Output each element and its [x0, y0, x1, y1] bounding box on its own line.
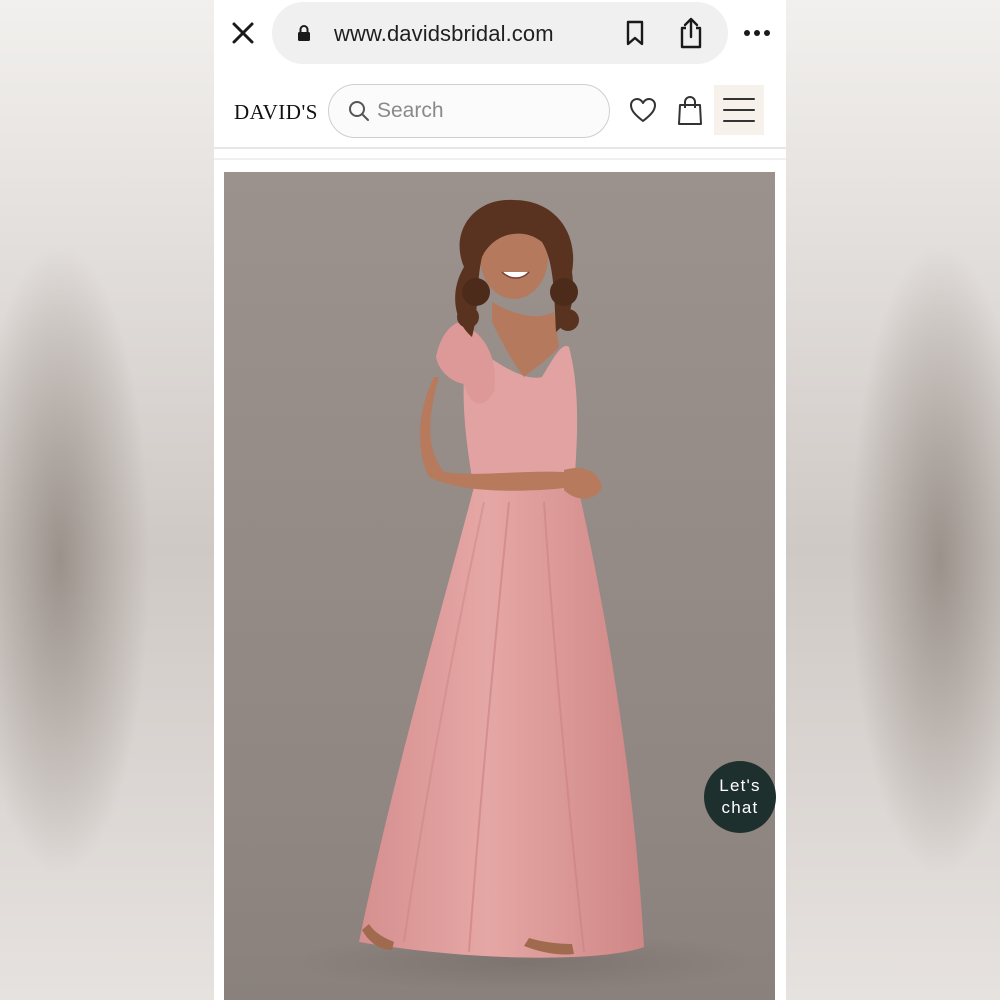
close-tab-button[interactable] — [228, 18, 258, 48]
browser-toolbar: www.davidsbridal.com — [214, 0, 786, 66]
search-placeholder: Search — [377, 99, 444, 122]
search-icon — [349, 101, 369, 121]
heart-icon — [630, 98, 656, 122]
search-input[interactable]: Search — [328, 84, 610, 138]
url-text: www.davidsbridal.com — [334, 21, 554, 46]
header-divider — [214, 158, 786, 160]
lock-icon — [298, 25, 310, 41]
lets-chat-button[interactable]: Let's chat — [704, 761, 776, 833]
menu-button[interactable] — [714, 85, 764, 135]
davids-logo[interactable]: DAVID'S — [234, 100, 318, 125]
chat-label-line1: Let's — [719, 776, 761, 795]
header-divider — [214, 147, 786, 149]
more-options-button[interactable] — [740, 18, 774, 48]
shopping-bag-button[interactable] — [676, 94, 704, 126]
chat-label-line2: chat — [721, 798, 759, 817]
shopping-bag-icon — [678, 96, 702, 125]
share-icon — [680, 17, 702, 49]
share-button[interactable] — [676, 16, 706, 50]
close-icon — [232, 22, 254, 44]
bookmark-icon — [626, 20, 644, 46]
wishlist-button[interactable] — [628, 96, 658, 124]
product-image[interactable] — [224, 172, 775, 1000]
model-in-pink-gown-illustration — [294, 199, 754, 992]
bookmark-button[interactable] — [620, 18, 650, 48]
menu-icon — [723, 98, 755, 122]
more-icon — [744, 30, 770, 36]
address-bar[interactable]: www.davidsbridal.com — [272, 2, 728, 64]
mobile-browser-window: www.davidsbridal.com DAVID'S Search Let'… — [214, 0, 786, 1000]
site-header: DAVID'S Search — [214, 66, 786, 160]
